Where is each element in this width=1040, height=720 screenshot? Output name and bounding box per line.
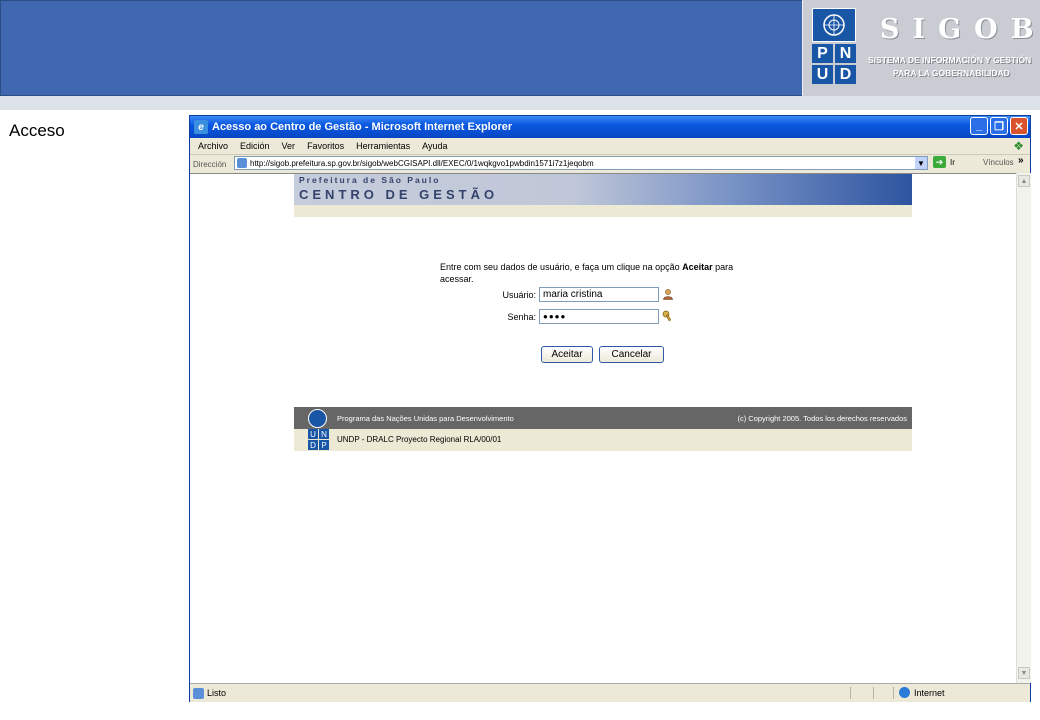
un-emblem-icon — [812, 8, 856, 42]
minimize-button[interactable]: _ — [970, 117, 988, 135]
close-button[interactable]: ✕ — [1010, 117, 1028, 135]
status-text: Listo — [207, 688, 227, 698]
links-label[interactable]: Vínculos — [983, 158, 1014, 167]
page-footer-project: U N D P UNDP - DRALC Proyecto Regional R… — [294, 429, 912, 451]
login-instructions: Entre com seu dados de usuário, e faça u… — [440, 261, 760, 285]
browser-window: e Acesso ao Centro de Gestão - Microsoft… — [189, 115, 1031, 702]
page-header-line1: Prefeitura de São Paulo — [299, 175, 441, 185]
footer-copyright: (c) Copyright 2005. Todos los derechos r… — [737, 414, 907, 423]
sigob-title: SIGOB — [880, 14, 1040, 45]
status-divider — [893, 687, 894, 699]
go-label: Ir — [950, 157, 955, 167]
sigob-subtitle-2: PARA LA GOBERNABILIDAD — [893, 68, 1010, 78]
address-label: Dirección — [193, 159, 227, 169]
login-page: Prefeitura de São Paulo CENTRO DE GESTÃO… — [294, 174, 912, 451]
chevron-down-icon: ▼ — [1020, 669, 1028, 677]
username-field[interactable]: maria cristina — [539, 287, 659, 302]
vertical-scrollbar[interactable]: ▲ ▼ — [1016, 173, 1031, 683]
restore-icon: ❐ — [994, 120, 1004, 133]
page-icon — [237, 158, 247, 168]
undp-logo: U N D P — [308, 429, 329, 450]
footer-project-text: UNDP - DRALC Proyecto Regional RLA/00/01 — [337, 435, 502, 444]
windows-flag-icon: ❖ — [1013, 139, 1024, 153]
password-field[interactable]: ●●●● — [539, 309, 659, 324]
browser-viewport: Prefeitura de São Paulo CENTRO DE GESTÃO… — [190, 173, 1016, 684]
slide-header-band — [0, 96, 1040, 110]
undp-letter: U — [308, 429, 318, 439]
menu-archivo[interactable]: Archivo — [198, 141, 228, 151]
undp-letter: N — [319, 429, 329, 439]
pnud-letter: N — [835, 44, 856, 63]
globe-icon — [899, 687, 910, 698]
username-label: Usuário: — [502, 290, 536, 300]
scroll-down-button[interactable]: ▼ — [1018, 667, 1030, 679]
page-header-band — [294, 205, 912, 217]
scroll-up-button[interactable]: ▲ — [1018, 175, 1030, 187]
go-arrow-icon: ➔ — [933, 156, 946, 168]
security-zone: Internet — [899, 687, 945, 698]
zone-text: Internet — [914, 687, 945, 698]
page-icon — [193, 687, 204, 699]
footer-program: Programa das Nações Unidas para Desenvol… — [337, 414, 514, 423]
window-titlebar[interactable]: e Acesso ao Centro de Gestão - Microsoft… — [190, 116, 1030, 138]
page-header-line2: CENTRO DE GESTÃO — [299, 187, 499, 202]
cancel-button[interactable]: Cancelar — [599, 346, 664, 363]
minimize-icon: _ — [975, 120, 983, 132]
pnud-letter: P — [812, 44, 833, 63]
address-bar: Dirección http://sigob.prefeitura.sp.gov… — [190, 155, 1030, 173]
pnud-logo: P N U D — [812, 8, 856, 88]
un-emblem-icon — [308, 409, 327, 428]
status-divider — [873, 687, 874, 699]
page-header: Prefeitura de São Paulo CENTRO DE GESTÃO — [294, 174, 912, 205]
address-dropdown-button[interactable]: ▼ — [915, 157, 927, 169]
pnud-letter: D — [835, 65, 856, 84]
key-icon — [662, 310, 674, 322]
status-bar: Listo Internet — [190, 683, 1030, 702]
page-footer-bar: Programa das Nações Unidas para Desenvol… — [294, 407, 912, 429]
menu-ayuda[interactable]: Ayuda — [422, 141, 447, 151]
menu-ver[interactable]: Ver — [282, 141, 296, 151]
chevron-down-icon: ▼ — [917, 158, 925, 168]
pnud-letter: U — [812, 65, 833, 84]
address-input[interactable]: http://sigob.prefeitura.sp.gov.br/sigob/… — [234, 156, 928, 170]
status-divider — [850, 687, 851, 699]
maximize-button[interactable]: ❐ — [990, 117, 1008, 135]
go-button[interactable]: ➔ Ir — [933, 156, 955, 168]
login-form-area: Entre com seu dados de usuário, e faça u… — [294, 217, 912, 407]
menu-favoritos[interactable]: Favoritos — [307, 141, 344, 151]
undp-letter: D — [308, 440, 318, 450]
menu-bar: Archivo Edición Ver Favoritos Herramient… — [190, 138, 1030, 155]
user-icon — [662, 288, 674, 300]
sigob-subtitle-1: SISTEMA DE INFORMACIÓN Y GESTIÓN — [868, 55, 1032, 65]
menu-edicion[interactable]: Edición — [240, 141, 270, 151]
intro-bold: Aceitar — [682, 262, 713, 272]
undp-letter: P — [319, 440, 329, 450]
menu-herramientas[interactable]: Herramientas — [356, 141, 410, 151]
address-url: http://sigob.prefeitura.sp.gov.br/sigob/… — [250, 158, 594, 168]
section-title: Acceso — [9, 121, 65, 140]
ie-icon: e — [194, 120, 208, 134]
accept-button[interactable]: Aceitar — [541, 346, 593, 363]
password-label: Senha: — [507, 312, 536, 322]
intro-text: Entre com seu dados de usuário, e faça u… — [440, 262, 683, 272]
chevron-right-icon[interactable]: » — [1018, 155, 1024, 166]
chevron-up-icon: ▲ — [1020, 177, 1028, 185]
window-title: Acesso ao Centro de Gestão - Microsoft I… — [212, 121, 513, 133]
close-icon: ✕ — [1014, 120, 1024, 133]
